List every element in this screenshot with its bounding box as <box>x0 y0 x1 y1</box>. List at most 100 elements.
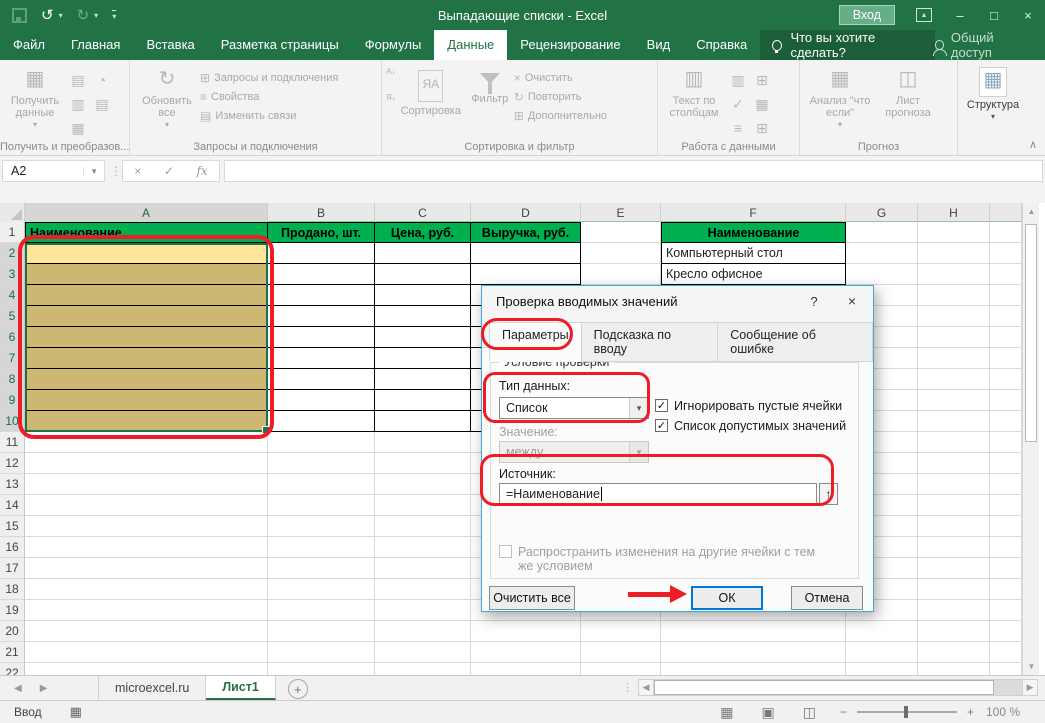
cell-B18[interactable] <box>268 579 375 600</box>
cell-C2[interactable] <box>375 243 471 264</box>
source-input[interactable]: =Наименование <box>499 483 817 505</box>
cell-B10[interactable] <box>268 411 375 432</box>
cell-A7[interactable] <box>25 348 268 369</box>
cell-H1[interactable] <box>918 222 990 243</box>
row-header-20[interactable]: 20 <box>0 621 25 642</box>
tab-splitter-icon[interactable]: ⋮ <box>622 681 633 694</box>
cell-B14[interactable] <box>268 495 375 516</box>
data-type-dropdown-icon[interactable]: ▾ <box>629 398 648 418</box>
data-validation-icon[interactable]: ✓ <box>726 92 750 116</box>
scroll-right-icon[interactable]: ▶ <box>1022 679 1038 696</box>
cell-x2[interactable] <box>990 243 1022 264</box>
zoom-in-icon[interactable]: + <box>967 705 974 719</box>
ribbon-tab-Вставка[interactable]: Вставка <box>133 30 207 60</box>
undo-icon[interactable]: ↺ <box>41 8 54 23</box>
ignore-blank-checkbox[interactable]: ✓ Игнорировать пустые ячейки <box>655 399 842 413</box>
cell-A11[interactable] <box>25 432 268 453</box>
sort-descending-icon[interactable]: Я↓ <box>386 94 396 102</box>
cell-x11[interactable] <box>990 432 1022 453</box>
cell-x15[interactable] <box>990 516 1022 537</box>
page-layout-view-icon[interactable]: ▣ <box>762 704 775 721</box>
cell-H16[interactable] <box>918 537 990 558</box>
cell-B9[interactable] <box>268 390 375 411</box>
cell-H12[interactable] <box>918 453 990 474</box>
cell-x7[interactable] <box>990 348 1022 369</box>
cancel-entry-icon[interactable]: × <box>134 164 141 178</box>
cell-F20[interactable] <box>661 621 846 642</box>
cell-B6[interactable] <box>268 327 375 348</box>
cell-A17[interactable] <box>25 558 268 579</box>
cell-C21[interactable] <box>375 642 471 663</box>
what-if-button[interactable]: ▦ Анализ "что если" ▾ <box>804 64 876 131</box>
reapply-button[interactable]: ↻Повторить <box>514 91 607 103</box>
cell-C19[interactable] <box>375 600 471 621</box>
share-button[interactable]: Общий доступ <box>935 30 1031 60</box>
cell-C11[interactable] <box>375 432 471 453</box>
vertical-scrollbar[interactable]: ▲ ▼ <box>1022 203 1039 675</box>
properties-button[interactable]: ≡Свойства <box>200 91 338 103</box>
cell-x9[interactable] <box>990 390 1022 411</box>
cell-x1[interactable] <box>990 222 1022 243</box>
horizontal-scrollbar[interactable]: ◀ ▶ <box>638 678 1038 696</box>
cell-B3[interactable] <box>268 264 375 285</box>
cell-C22[interactable] <box>375 663 471 675</box>
row-header-8[interactable]: 8 <box>0 369 25 390</box>
maximize-button[interactable]: □ <box>977 0 1011 30</box>
close-button[interactable]: × <box>1011 0 1045 30</box>
cell-A2[interactable] <box>25 243 268 264</box>
cell-C3[interactable] <box>375 264 471 285</box>
ribbon-tab-Справка[interactable]: Справка <box>683 30 760 60</box>
cell-C8[interactable] <box>375 369 471 390</box>
column-header-A[interactable]: A <box>25 203 268 222</box>
ribbon-tab-Главная[interactable]: Главная <box>58 30 133 60</box>
cell-D1[interactable]: Выручка, руб. <box>471 222 581 243</box>
cell-A21[interactable] <box>25 642 268 663</box>
cell-G22[interactable] <box>846 663 918 675</box>
confirm-entry-icon[interactable]: ✓ <box>164 164 174 178</box>
name-box[interactable]: A2 ▼ <box>2 160 105 182</box>
cell-A1[interactable]: Наименование <box>25 222 268 243</box>
row-header-10[interactable]: 10 <box>0 411 25 432</box>
cell-B8[interactable] <box>268 369 375 390</box>
row-header-5[interactable]: 5 <box>0 306 25 327</box>
undo-dropdown-icon[interactable]: ▾ <box>59 11 63 20</box>
cell-B15[interactable] <box>268 516 375 537</box>
cell-B12[interactable] <box>268 453 375 474</box>
cell-B2[interactable] <box>268 243 375 264</box>
existing-connections-icon[interactable]: ▤ <box>90 92 114 116</box>
cell-C10[interactable] <box>375 411 471 432</box>
cell-F2[interactable]: Компьютерный стол <box>661 243 846 264</box>
normal-view-icon[interactable]: ▦ <box>720 704 733 721</box>
cell-G21[interactable] <box>846 642 918 663</box>
cell-A19[interactable] <box>25 600 268 621</box>
column-header-G[interactable]: G <box>846 203 918 222</box>
cell-G1[interactable] <box>846 222 918 243</box>
row-header-17[interactable]: 17 <box>0 558 25 579</box>
cell-C18[interactable] <box>375 579 471 600</box>
column-header-F[interactable]: F <box>661 203 846 222</box>
row-header-7[interactable]: 7 <box>0 348 25 369</box>
cell-H4[interactable] <box>918 285 990 306</box>
sheet-tab-microexcel.ru[interactable]: microexcel.ru <box>98 676 206 700</box>
row-header-19[interactable]: 19 <box>0 600 25 621</box>
ribbon-display-options-icon[interactable]: ▲ <box>909 0 943 30</box>
cell-C4[interactable] <box>375 285 471 306</box>
cell-x3[interactable] <box>990 264 1022 285</box>
cell-x8[interactable] <box>990 369 1022 390</box>
cell-F22[interactable] <box>661 663 846 675</box>
cell-B7[interactable] <box>268 348 375 369</box>
ribbon-tab-Данные[interactable]: Данные <box>434 30 507 60</box>
row-header-21[interactable]: 21 <box>0 642 25 663</box>
queries-connections-button[interactable]: ⊞Запросы и подключения <box>200 72 338 84</box>
cell-x22[interactable] <box>990 663 1022 675</box>
remove-duplicates-icon[interactable]: ⊞ <box>750 68 774 92</box>
cell-B5[interactable] <box>268 306 375 327</box>
cell-G20[interactable] <box>846 621 918 642</box>
cell-H13[interactable] <box>918 474 990 495</box>
cell-A8[interactable] <box>25 369 268 390</box>
relationships-icon[interactable]: ≡ <box>726 116 750 140</box>
cell-x16[interactable] <box>990 537 1022 558</box>
cell-H17[interactable] <box>918 558 990 579</box>
cell-A12[interactable] <box>25 453 268 474</box>
horizontal-scroll-track[interactable] <box>654 679 1022 696</box>
